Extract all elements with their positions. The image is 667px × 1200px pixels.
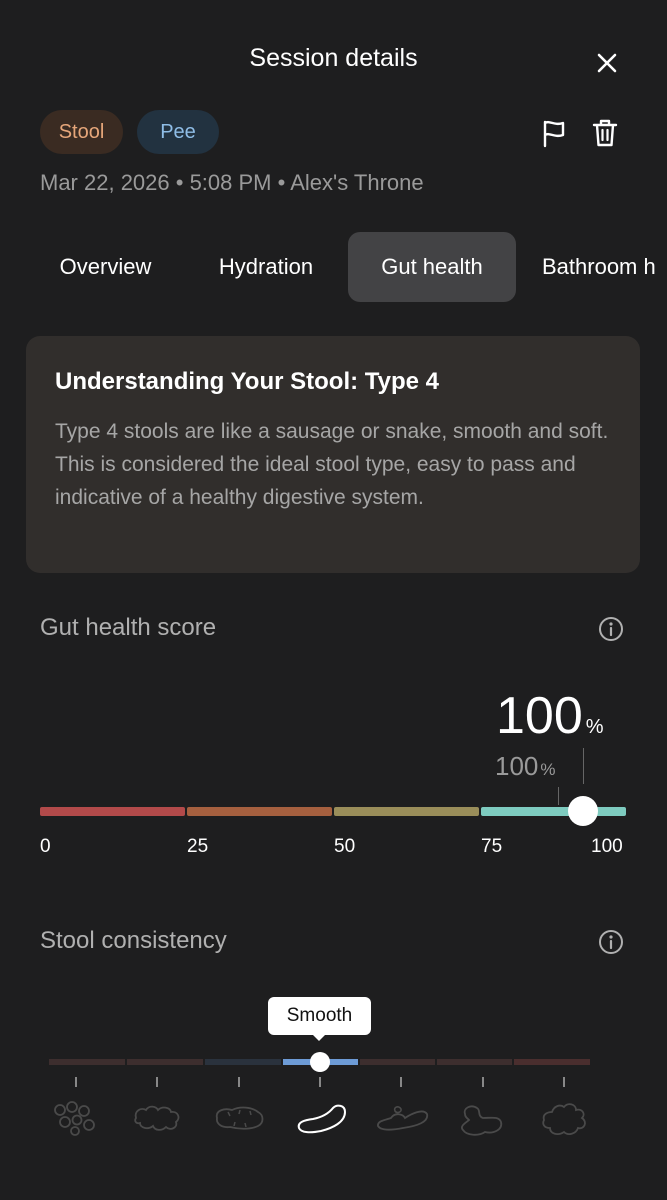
tab-gut-health[interactable]: Gut health — [348, 232, 516, 302]
consistency-tick — [75, 1077, 77, 1087]
close-button[interactable] — [592, 48, 622, 78]
tab-bathroom-habits[interactable]: Bathroom h — [527, 232, 667, 302]
consistency-segment-2 — [127, 1059, 203, 1065]
consistency-tooltip: Smooth — [268, 997, 371, 1035]
stool-type-2[interactable] — [128, 1098, 186, 1138]
consistency-slider-knob[interactable] — [310, 1052, 330, 1072]
soft-blobs-icon[interactable] — [373, 1098, 431, 1138]
watery-icon[interactable] — [536, 1098, 594, 1138]
tab-overview[interactable]: Overview — [28, 232, 183, 302]
info-card-body: Type 4 stools are like a sausage or snak… — [55, 420, 609, 509]
stool-type-3[interactable] — [210, 1098, 268, 1138]
tag-stool[interactable]: Stool — [40, 110, 123, 154]
previous-score-marker-line — [558, 787, 559, 805]
scale-label-75: 75 — [481, 836, 503, 857]
consistency-segment-5 — [360, 1059, 435, 1065]
info-card-title: Understanding Your Stool: Type 4 — [55, 368, 440, 395]
separate-lumps-icon[interactable] — [47, 1098, 105, 1138]
tooltip-arrow — [312, 1034, 326, 1041]
consistency-segment-7 — [514, 1059, 590, 1065]
consistency-tick — [563, 1077, 565, 1087]
score-bar-segment-2 — [187, 807, 332, 816]
stool-type-1[interactable] — [47, 1098, 105, 1138]
stool-type-5[interactable] — [373, 1098, 431, 1138]
tag-pee[interactable]: Pee — [137, 110, 219, 154]
tab-hydration[interactable]: Hydration — [192, 232, 340, 302]
stool-type-7[interactable] — [536, 1098, 594, 1138]
consistency-tick — [156, 1077, 158, 1087]
page-title: Session details — [249, 44, 418, 72]
score-bar-segment-1 — [40, 807, 185, 816]
info-icon[interactable] — [598, 616, 624, 642]
scale-label-100: 100 — [591, 836, 623, 857]
consistency-tick — [400, 1077, 402, 1087]
previous-score: 100% — [495, 751, 556, 782]
consistency-segment-6 — [437, 1059, 512, 1065]
scale-label-0: 0 — [40, 836, 51, 857]
consistency-segment-3 — [205, 1059, 281, 1065]
tab-bar: Overview Hydration Gut health Bathroom h — [0, 232, 667, 304]
stool-type-4[interactable] — [291, 1098, 349, 1138]
score-value: 100 — [496, 687, 583, 745]
stool-consistency-info-button[interactable] — [598, 929, 624, 955]
score-bar-segment-3 — [334, 807, 479, 816]
mushy-icon[interactable] — [455, 1098, 513, 1138]
previous-score-unit: % — [540, 760, 556, 779]
gut-health-title: Gut health score — [40, 614, 217, 641]
consistency-tick — [238, 1077, 240, 1087]
cracked-sausage-icon[interactable] — [210, 1098, 268, 1138]
consistency-tick — [482, 1077, 484, 1087]
scale-label-25: 25 — [187, 836, 209, 857]
consistency-segment-1 — [49, 1059, 125, 1065]
delete-button[interactable] — [590, 118, 620, 148]
score-bar-segment-4 — [481, 807, 626, 816]
session-meta: Mar 22, 2026 • 5:08 PM • Alex's Throne — [40, 170, 424, 195]
lumpy-sausage-icon[interactable] — [128, 1098, 186, 1138]
flag-button[interactable] — [539, 118, 569, 148]
stool-consistency-title: Stool consistency — [40, 927, 227, 954]
score-marker-line — [583, 748, 584, 784]
score-unit: % — [585, 716, 604, 738]
gut-health-score: 100% — [496, 686, 604, 746]
scale-label-50: 50 — [334, 836, 356, 857]
gut-health-info-button[interactable] — [598, 616, 624, 642]
trash-icon[interactable] — [590, 118, 620, 148]
flag-icon[interactable] — [539, 118, 569, 148]
previous-score-value: 100 — [495, 751, 539, 781]
close-icon[interactable] — [592, 48, 622, 78]
consistency-tick — [319, 1077, 321, 1087]
smooth-sausage-icon[interactable] — [291, 1098, 349, 1138]
info-icon[interactable] — [598, 929, 624, 955]
stool-type-6[interactable] — [455, 1098, 513, 1138]
score-slider-knob[interactable] — [568, 796, 598, 826]
